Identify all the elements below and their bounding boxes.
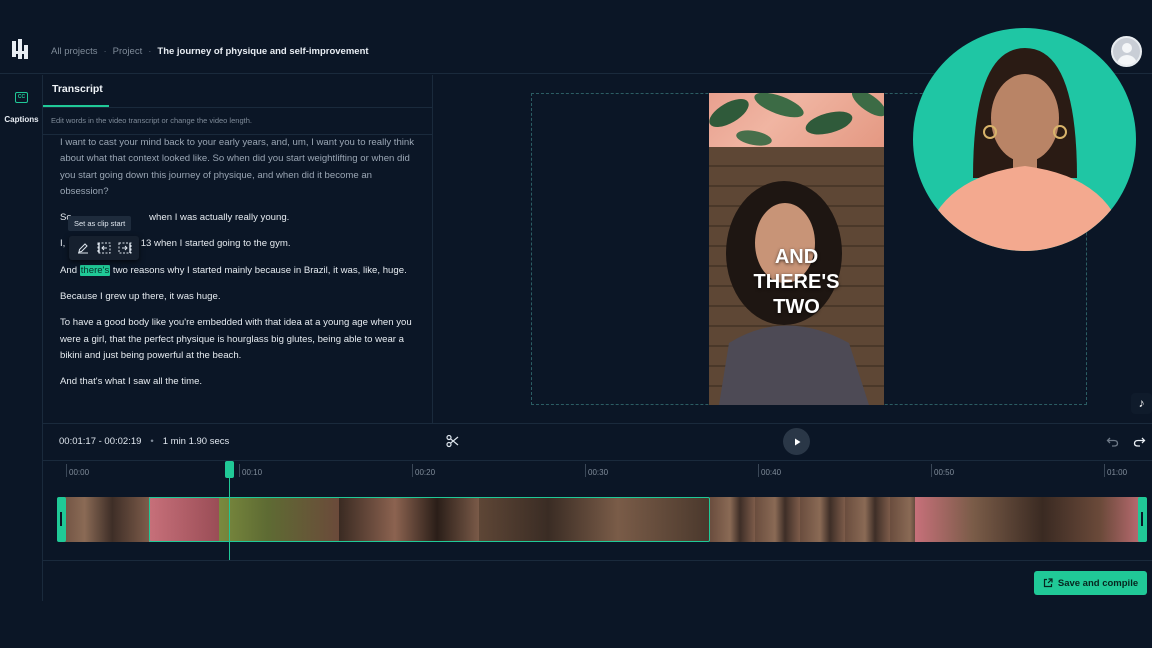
track-thumbnail [57, 497, 149, 542]
transcript-words[interactable]: 13 when I started going to the gym. [141, 238, 291, 249]
tick-label: 00:10 [242, 468, 263, 477]
transcript-paragraph[interactable]: And there's two reasons why I started ma… [60, 263, 420, 279]
tick-mark [758, 464, 759, 477]
transcript-paragraph[interactable]: And that's what I saw all the time. [60, 374, 420, 390]
tick-mark [1104, 464, 1105, 477]
breadcrumb: All projects · Project · The journey of … [51, 46, 369, 57]
play-icon [794, 438, 800, 445]
tick-mark [931, 464, 932, 477]
tick-mark [412, 464, 413, 477]
transcript-word[interactable]: And [60, 265, 77, 276]
clip-info-separator: • [150, 436, 154, 447]
divider [43, 560, 1152, 561]
avatar-head [1122, 43, 1132, 53]
user-avatar-icon[interactable] [1111, 36, 1142, 67]
transcript-hint: Edit words in the video transcript or ch… [51, 116, 252, 125]
avatar-body [1117, 55, 1137, 65]
tab-transcript[interactable]: Transcript [52, 83, 103, 95]
tick-label: 00:30 [588, 468, 609, 477]
tick-label: 01:00 [1107, 468, 1128, 477]
logo-icon[interactable] [10, 37, 32, 63]
presenter-bubble [913, 28, 1136, 251]
save-and-compile-button[interactable]: Save and compile [1034, 571, 1147, 595]
clip-duration: 1 min 1.90 secs [162, 436, 230, 447]
tick-label: 00:20 [415, 468, 436, 477]
scissors-icon[interactable] [446, 434, 460, 448]
transcript-words[interactable]: when I was actually really young. [149, 212, 289, 223]
playback-controls [433, 423, 1152, 460]
tick-mark [239, 464, 240, 477]
track-thumbnail [915, 497, 1147, 542]
timeline-ruler[interactable]: 00:00 00:10 00:20 00:30 00:40 00:50 01:0… [43, 460, 1152, 478]
clip-start-tooltip: Set as clip start [68, 216, 132, 231]
divider [43, 107, 433, 108]
rail-item-captions[interactable]: CC Captions [0, 85, 43, 124]
tick-mark [585, 464, 586, 477]
play-button[interactable] [783, 428, 810, 455]
breadcrumb-all-projects[interactable]: All projects [51, 46, 97, 57]
playhead-handle[interactable] [225, 461, 234, 478]
redo-icon[interactable] [1133, 435, 1146, 448]
divider [43, 423, 433, 424]
tick-mark [66, 464, 67, 477]
clip-end-icon [118, 242, 132, 254]
rail-label-captions: Captions [4, 115, 39, 124]
presenter-image [923, 48, 1126, 251]
transcript-paragraph[interactable]: I want to cast your mind back to your ea… [60, 135, 420, 200]
clip-range: 00:01:17 - 00:02:19 [59, 436, 142, 447]
trim-handle-start[interactable] [57, 497, 66, 542]
breadcrumb-current: The journey of physique and self-improve… [157, 46, 369, 57]
trim-handle-end[interactable] [1138, 497, 1147, 542]
transcript-text[interactable]: I want to cast your mind back to your ea… [60, 135, 420, 401]
transcript-word[interactable]: I, [60, 238, 65, 249]
tiktok-icon[interactable]: ♪ [1131, 393, 1152, 414]
edit-icon [77, 243, 88, 254]
external-link-icon [1043, 578, 1053, 588]
edit-word-button[interactable] [74, 239, 92, 257]
undo-icon[interactable] [1106, 435, 1119, 448]
save-button-label: Save and compile [1057, 577, 1139, 589]
video-preview[interactable]: AND THERE'S TWO [709, 93, 884, 405]
clip-start-icon [97, 242, 111, 254]
word-toolbar [69, 236, 139, 260]
video-caption: AND THERE'S TWO [709, 245, 884, 320]
tick-label: 00:00 [69, 468, 90, 477]
breadcrumb-separator: · [148, 46, 152, 57]
set-clip-start-button[interactable] [95, 239, 113, 257]
selected-word[interactable]: there's [79, 264, 111, 276]
transcript-words[interactable]: two reasons why I started mainly because… [113, 265, 407, 276]
transcript-paragraph[interactable]: Because I grew up there, it was huge. [60, 289, 420, 305]
set-clip-end-button[interactable] [116, 239, 134, 257]
captions-icon: CC [15, 92, 28, 103]
transcript-paragraph[interactable]: To have a good body like you're embedded… [60, 315, 420, 364]
clip-info: 00:01:17 - 00:02:19 • 1 min 1.90 secs [59, 436, 229, 447]
track-thumbnail [710, 497, 915, 542]
caption-line: TWO [773, 296, 820, 318]
caption-line: THERE'S [753, 271, 840, 293]
breadcrumb-separator: · [103, 46, 107, 57]
left-rail: CC Captions [0, 75, 43, 601]
tick-label: 00:50 [934, 468, 955, 477]
breadcrumb-project[interactable]: Project [113, 46, 143, 57]
selected-clip-region[interactable] [149, 497, 710, 542]
caption-line: AND [774, 246, 819, 268]
tick-label: 00:40 [761, 468, 782, 477]
